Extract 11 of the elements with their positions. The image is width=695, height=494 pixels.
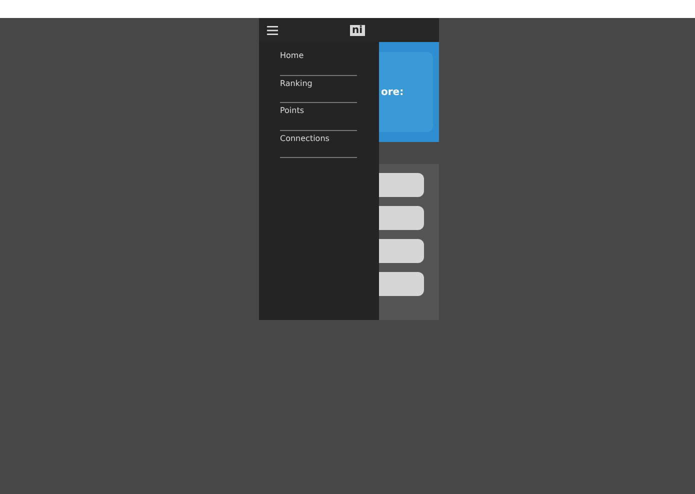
- option-button[interactable]: [379, 173, 424, 197]
- option-button[interactable]: [379, 272, 424, 296]
- menu-icon[interactable]: [267, 26, 278, 34]
- menu-item[interactable]: Connections: [280, 130, 357, 158]
- menu-item[interactable]: Ranking: [280, 76, 357, 103]
- score-label: ore:: [381, 86, 404, 98]
- option-button[interactable]: [379, 206, 424, 230]
- menu-item[interactable]: Home: [280, 48, 357, 76]
- option-button[interactable]: [379, 239, 424, 263]
- menu-item[interactable]: Points: [280, 103, 357, 130]
- logo: ni: [350, 24, 365, 36]
